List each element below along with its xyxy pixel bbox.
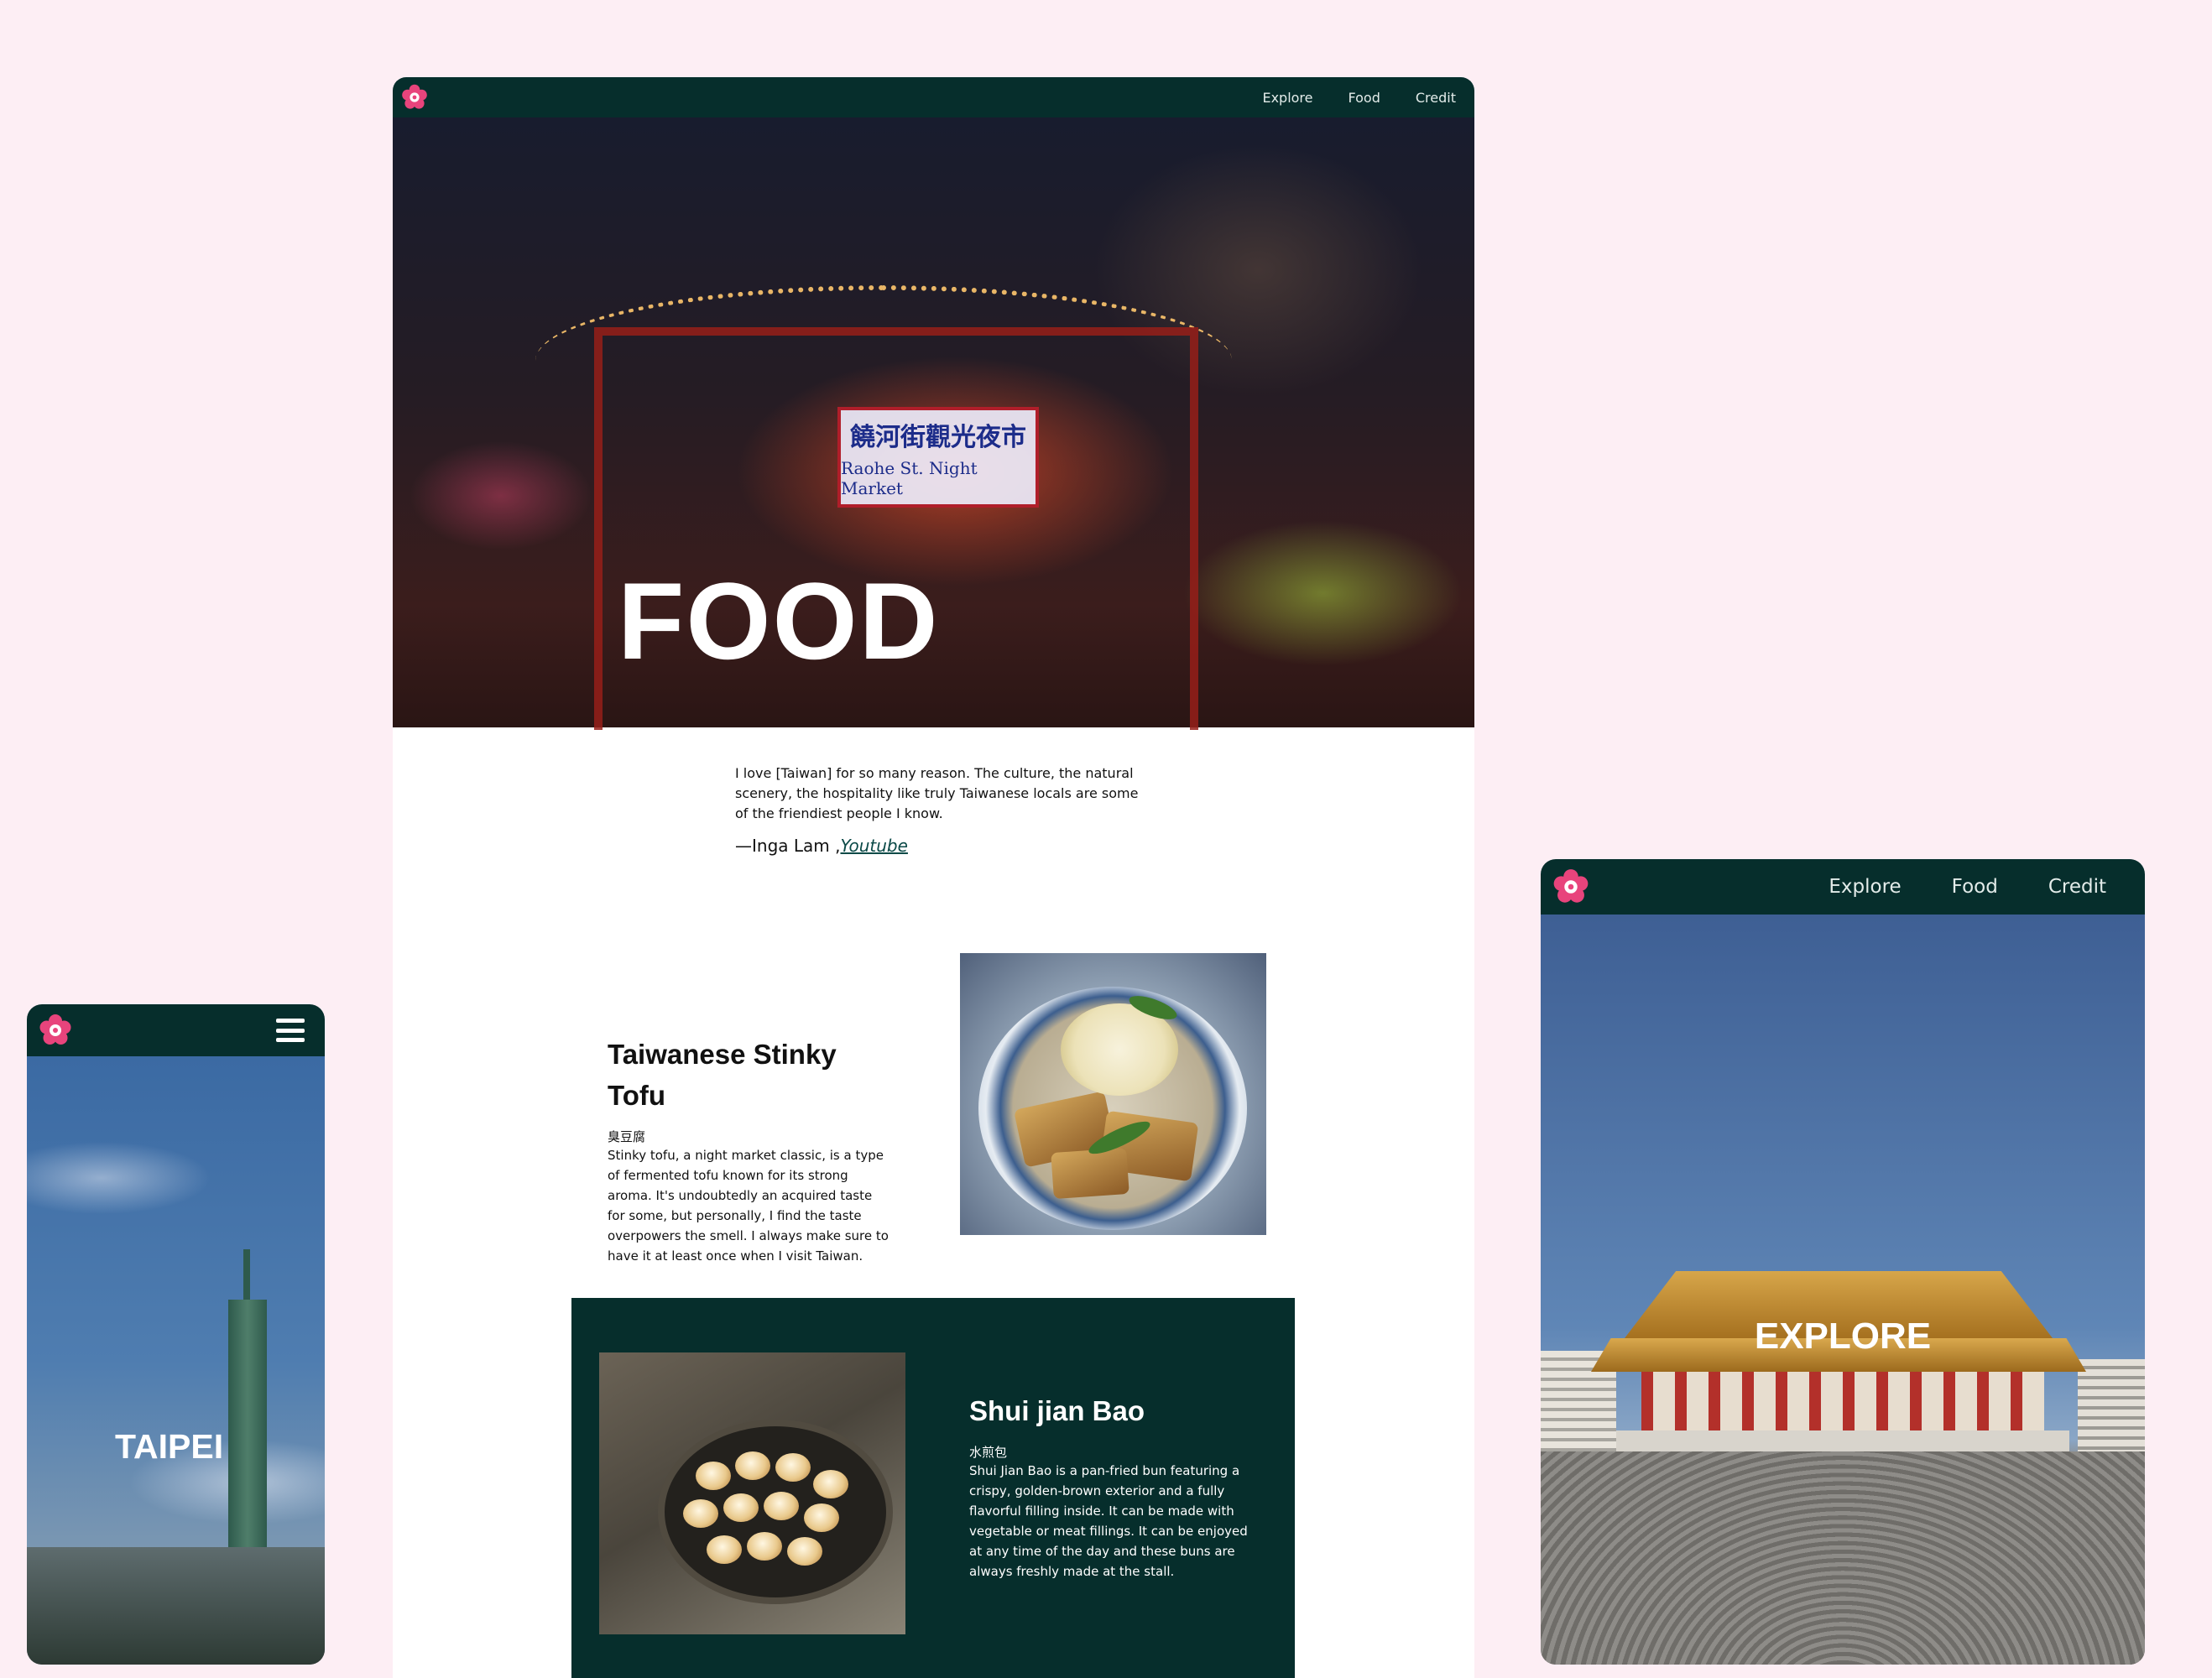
night-market-sign: 饒河街觀光夜市 Raohe St. Night Market — [837, 407, 1039, 508]
dish-title: Shui jian Bao — [969, 1395, 1145, 1426]
nav-link-credit[interactable]: Credit — [1416, 90, 1456, 106]
hamburger-menu-icon[interactable] — [276, 1019, 305, 1042]
food-hero-image: 饒河街觀光夜市 Raohe St. Night Market FOOD — [393, 117, 1474, 730]
tablet-hero-title: EXPLORE — [1754, 1316, 1932, 1357]
desktop-nav-links: Explore Food Credit — [1227, 90, 1456, 106]
tablet-mockup: Explore Food Credit EXPLORE — [1541, 859, 2145, 1665]
dish-description: Shui Jian Bao is a pan-fried bun featuri… — [969, 1463, 1248, 1579]
quote-attribution: —Inga Lam ,Youtube — [735, 836, 1146, 856]
nav-link-food[interactable]: Food — [1349, 90, 1380, 106]
shui-jian-bao-section: Shui jian Bao 水煎包 Shui Jian Bao is a pan… — [571, 1298, 1295, 1678]
plum-blossom-logo-icon[interactable] — [39, 1014, 72, 1047]
stinky-tofu-text: Taiwanese Stinky Tofu 臭豆腐 Stinky tofu, a… — [608, 1034, 893, 1266]
mobile-hero-image: TAIPEI — [27, 1056, 325, 1665]
hero-title: FOOD — [618, 560, 940, 682]
dish-chinese-name: 水煎包 — [969, 1445, 1008, 1460]
dish-chinese-name: 臭豆腐 — [608, 1129, 646, 1144]
mobile-hero-title: TAIPEI — [115, 1427, 224, 1466]
nav-link-credit[interactable]: Credit — [2048, 876, 2106, 898]
quote-text: I love [Taiwan] for so many reason. The … — [735, 765, 1139, 821]
quote-block: I love [Taiwan] for so many reason. The … — [735, 763, 1146, 856]
tablet-hero-image: EXPLORE — [1541, 915, 2145, 1665]
mobile-navbar — [27, 1004, 325, 1056]
sign-english-text: Raohe St. Night Market — [841, 458, 978, 498]
tablet-nav-links: Explore Food Credit — [1778, 876, 2106, 898]
desktop-mockup: Explore Food Credit 饒河街觀光夜市 Raohe St. Ni… — [393, 77, 1474, 1678]
desktop-navbar: Explore Food Credit — [393, 77, 1474, 117]
youtube-link[interactable]: Youtube — [840, 836, 907, 856]
mobile-mockup: TAIPEI — [27, 1004, 325, 1665]
tablet-navbar: Explore Food Credit — [1541, 859, 2145, 915]
dish-description: Stinky tofu, a night market classic, is … — [608, 1148, 889, 1264]
nav-link-explore[interactable]: Explore — [1829, 876, 1901, 898]
shui-jian-bao-text: Shui jian Bao 水煎包 Shui Jian Bao is a pan… — [969, 1390, 1255, 1582]
nav-link-food[interactable]: Food — [1952, 876, 1998, 898]
dish-title: Taiwanese Stinky Tofu — [608, 1039, 837, 1111]
plum-blossom-logo-icon[interactable] — [401, 84, 428, 111]
sign-chinese-text: 饒河街觀光夜市 — [850, 423, 1026, 452]
plum-blossom-logo-icon[interactable] — [1552, 868, 1589, 905]
shui-jian-bao-photo — [599, 1352, 905, 1634]
nav-link-explore[interactable]: Explore — [1262, 90, 1312, 106]
quote-author: —Inga Lam , — [735, 836, 841, 856]
stinky-tofu-photo — [960, 953, 1266, 1235]
